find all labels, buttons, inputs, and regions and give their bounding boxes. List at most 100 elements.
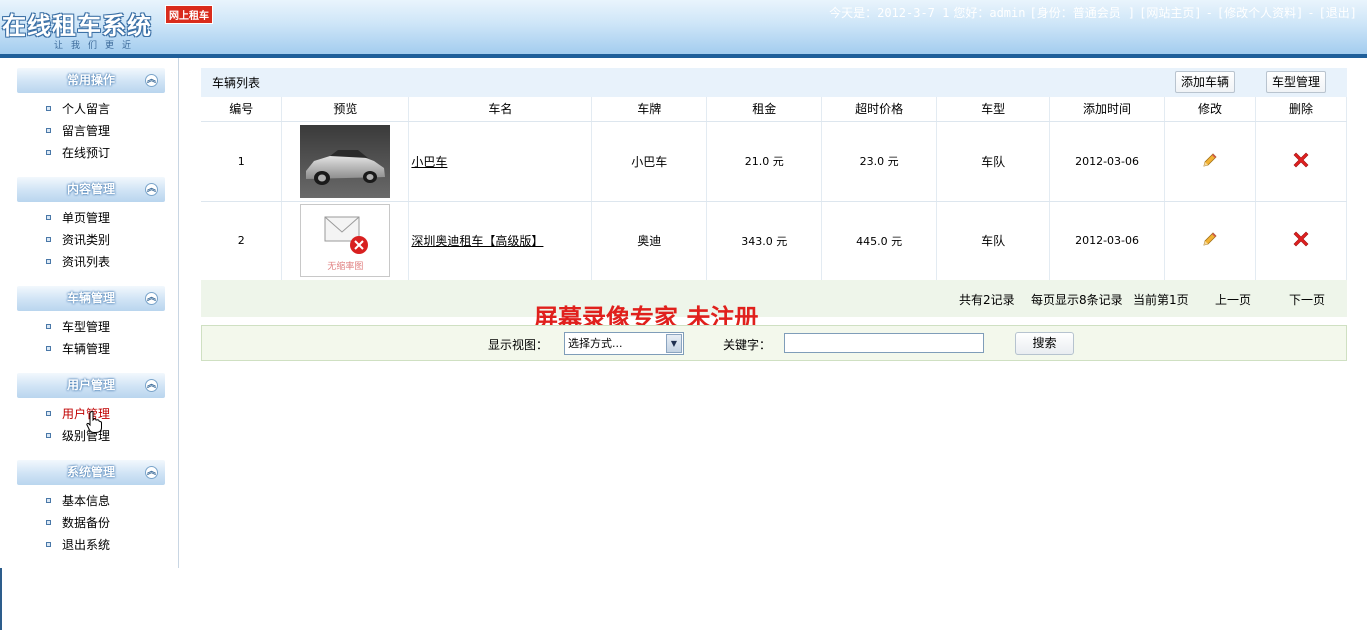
cell-edit (1164, 121, 1256, 202)
search-bar: 显示视图： 选择方式... ▼ 关键字： 搜索 (201, 325, 1347, 361)
sidebar-group-system[interactable]: 系统管理 ︽ (17, 460, 165, 485)
sidebar-item-exit-system[interactable]: 退出系统 (46, 536, 110, 554)
mail-error-icon (324, 216, 369, 254)
sidebar-item-label: 退出系统 (62, 538, 111, 552)
no-image-caption: 无缩率图 (327, 262, 364, 272)
sidebar-item-message-manage[interactable]: 留言管理 (46, 122, 110, 140)
cell-type: 车队 (936, 201, 1051, 281)
sidebar-item-vehicle-manage[interactable]: 车辆管理 (46, 340, 110, 358)
cell-name: 深圳奥迪租车【高级版】 (408, 201, 593, 281)
sidebar-item-page-manage[interactable]: 单页管理 (46, 209, 110, 227)
table-row: 1 小巴车 小巴车 21.0 元 23.0 元 车队 2012-03-06 (201, 121, 1348, 202)
sidebar-group-content[interactable]: 内容管理 ︽ (17, 177, 165, 202)
sidebar-item-label: 在线预订 (62, 146, 111, 160)
logo-title: 在线租车系统 (2, 12, 152, 40)
search-button[interactable]: 搜索 (1015, 332, 1074, 355)
pencil-icon[interactable] (1202, 231, 1218, 247)
cell-overtime: 23.0 元 (821, 121, 938, 202)
column-header-rent: 租金 (706, 97, 823, 122)
keyword-label: 关键字： (723, 338, 772, 352)
cell-preview: 无缩率图 (281, 201, 410, 281)
vehicle-table: 编号 预览 车名 车牌 租金 超时价格 车型 添加时间 修改 删除 1 小巴车 … (201, 97, 1348, 281)
sidebar-item-label: 留言管理 (62, 124, 111, 138)
chevron-up-icon[interactable]: ︽ (145, 466, 158, 479)
no-image-placeholder[interactable]: 无缩率图 (300, 204, 391, 277)
per-page-info: 每页显示8条记录 (1031, 293, 1123, 307)
bullet-icon (46, 237, 51, 242)
cell-id: 1 (201, 121, 283, 202)
chevron-up-icon[interactable]: ︽ (145, 292, 158, 305)
sidebar-item-label: 基本信息 (62, 494, 111, 508)
sidebar-item-type-manage[interactable]: 车型管理 (46, 318, 110, 336)
pencil-icon[interactable] (1202, 152, 1218, 168)
pagination-bar: 共有2记录 每页显示8条记录 当前第1页 上一页 下一页 (201, 280, 1347, 317)
cell-rent: 343.0 元 (706, 201, 823, 281)
logo-badge: 网上租车 (165, 5, 213, 24)
cell-edit (1164, 201, 1256, 281)
next-page-link[interactable]: 下一页 (1289, 291, 1325, 308)
cell-preview (281, 121, 410, 202)
column-header-type: 车型 (936, 97, 1051, 122)
sidebar-item-label: 个人留言 (62, 102, 111, 116)
cell-date: 2012-03-06 (1049, 121, 1166, 202)
separator: - (1307, 6, 1315, 20)
logout-link[interactable]: [退出] (1319, 6, 1357, 20)
chevron-down-icon[interactable]: ▼ (666, 334, 682, 353)
column-header-date: 添加时间 (1049, 97, 1166, 122)
separator: - (1205, 6, 1213, 20)
column-header-edit: 修改 (1164, 97, 1256, 122)
profile-link[interactable]: [修改个人资料] (1217, 6, 1303, 20)
group-title: 车辆管理 (66, 291, 115, 305)
bullet-icon (46, 411, 51, 416)
keyword-input[interactable] (784, 333, 984, 353)
bullet-icon (46, 324, 51, 329)
sidebar-item-label: 单页管理 (62, 211, 111, 225)
group-title: 系统管理 (66, 465, 115, 479)
chevron-up-icon[interactable]: ︽ (145, 183, 158, 196)
sidebar-group-vehicles[interactable]: 车辆管理 ︽ (17, 286, 165, 311)
sidebar-item-news-category[interactable]: 资讯类别 (46, 231, 110, 249)
add-vehicle-button[interactable]: 添加车辆 (1175, 71, 1235, 93)
sidebar-item-news-list[interactable]: 资讯列表 (46, 253, 110, 271)
home-link[interactable]: [网站主页] (1139, 6, 1201, 20)
view-select[interactable]: 选择方式... ▼ (564, 332, 684, 355)
bullet-icon (46, 259, 51, 264)
cell-plate: 小巴车 (591, 121, 708, 202)
list-title: 车辆列表 (212, 76, 261, 90)
sidebar-item-label: 数据备份 (62, 516, 111, 530)
sidebar-item-label: 资讯类别 (62, 233, 111, 247)
vehicle-name-link[interactable]: 深圳奥迪租车【高级版】 (411, 234, 543, 248)
car-photo[interactable] (300, 124, 391, 198)
sidebar-item-personal-message[interactable]: 个人留言 (46, 100, 110, 118)
delete-x-icon[interactable] (1293, 231, 1309, 247)
delete-x-icon[interactable] (1293, 152, 1309, 168)
cell-overtime: 445.0 元 (821, 201, 938, 281)
cell-rent: 21.0 元 (706, 121, 823, 202)
sidebar-item-basic-info[interactable]: 基本信息 (46, 492, 110, 510)
group-title: 常用操作 (66, 73, 115, 87)
prev-page-link[interactable]: 上一页 (1215, 291, 1251, 308)
bullet-icon (46, 150, 51, 155)
sidebar-item-data-backup[interactable]: 数据备份 (46, 514, 110, 532)
date-text: 今天是：2012-3-7 1 (829, 6, 950, 20)
cell-type: 车队 (936, 121, 1051, 202)
bullet-icon (46, 498, 51, 503)
chevron-up-icon[interactable]: ︽ (145, 74, 158, 87)
column-header-id: 编号 (201, 97, 283, 122)
logo-slogan: 让我们更近 (54, 41, 140, 51)
hand-cursor-icon (86, 411, 102, 433)
bullet-icon (46, 215, 51, 220)
sidebar-item-online-booking[interactable]: 在线预订 (46, 144, 110, 162)
column-header-overtime: 超时价格 (821, 97, 938, 122)
sidebar-item-label: 资讯列表 (62, 255, 111, 269)
cell-date: 2012-03-06 (1049, 201, 1166, 281)
chevron-up-icon[interactable]: ︽ (145, 379, 158, 392)
current-page: 当前第1页 (1133, 293, 1189, 307)
column-header-plate: 车牌 (591, 97, 708, 122)
vehicle-name-link[interactable]: 小巴车 (411, 155, 447, 169)
sidebar-group-users[interactable]: 用户管理 ︽ (17, 373, 165, 398)
sidebar-group-common[interactable]: 常用操作 ︽ (17, 68, 165, 93)
greeting-text: 您好：admin (953, 6, 1026, 20)
sidebar-item-label: 车型管理 (62, 320, 111, 334)
vehicle-type-button[interactable]: 车型管理 (1266, 71, 1326, 93)
